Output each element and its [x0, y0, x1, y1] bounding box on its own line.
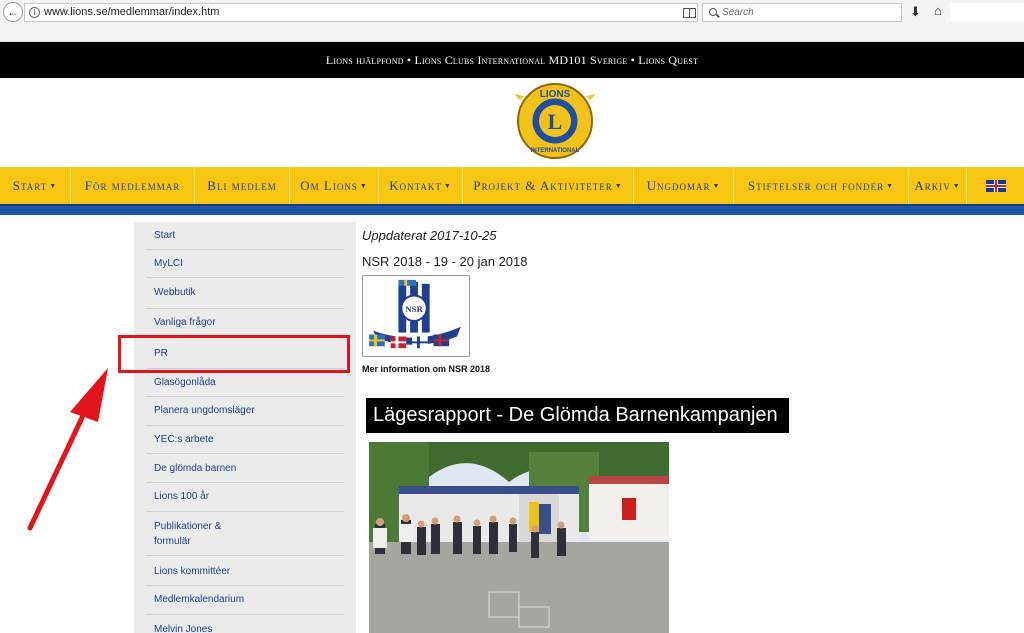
logo-top-text: LIONS [540, 89, 571, 100]
nsr-title: NSR 2018 - 19 - 20 jan 2018 [362, 254, 528, 269]
nav-become-member[interactable]: Bli medlem [195, 167, 290, 204]
sidebar-item-label: Webbutik [154, 287, 196, 298]
caret-down-icon: ▼ [49, 181, 58, 190]
sidebar-item-committees[interactable]: Lions kommittéer [146, 564, 344, 586]
nsr-badge-text: NSR [405, 304, 423, 314]
back-button[interactable]: ← [3, 2, 23, 22]
search-placeholder: Search [722, 7, 754, 18]
sidebar-item-label: Vanliga frågor [154, 317, 216, 328]
url-text: www.lions.se/medlemmar/index.htm [44, 6, 220, 18]
nav-start[interactable]: Start ▼ [0, 167, 71, 204]
nav-archive-label: Arkiv [914, 177, 951, 193]
sidebar-item-label: Publikationer & [154, 521, 222, 532]
nav-for-members[interactable]: För medlemmar [71, 167, 195, 204]
top-links-bar: Lions hjälpfond • Lions Clubs Internatio… [0, 42, 1024, 78]
lions-logo[interactable]: L LIONS INTERNATIONAL [514, 80, 596, 162]
sidebar-item-mylci[interactable]: MyLCI [146, 256, 344, 278]
nav-about-lions-label: Om Lions [300, 177, 358, 193]
red-pointer-arrow [27, 368, 108, 531]
news-headline[interactable]: Lägesrapport - De Glömda Barnenkampanjen [366, 398, 789, 433]
sidebar-item-publications[interactable]: Publikationer & formulär [146, 519, 344, 556]
sidebar-item-label: Melvin Jones [154, 624, 213, 633]
uk-flag-icon [985, 179, 1006, 192]
nav-contact[interactable]: Kontakt ▼ [379, 167, 463, 204]
sidebar-item-label: MyLCI [154, 258, 183, 269]
sidebar-item-webbutik[interactable]: Webbutik [146, 285, 344, 309]
logo-bottom-text: INTERNATIONAL [531, 148, 580, 154]
nav-foundations[interactable]: Stiftelser och fonder ▼ [734, 167, 909, 204]
sidebar-item-label: De glömda barnen [154, 463, 237, 474]
search-icon [709, 8, 717, 16]
info-icon[interactable]: i [29, 7, 40, 18]
blue-divider-strip [0, 204, 1024, 215]
home-icon[interactable]: ⌂ [934, 3, 942, 18]
sidebar-item-start[interactable]: Start [146, 228, 344, 250]
toolbar-spacer [950, 3, 1024, 22]
nav-youth[interactable]: Ungdomar ▼ [634, 167, 734, 204]
sidebar-item-youth-camp[interactable]: Planera ungdomsläger [146, 403, 344, 426]
nav-contact-label: Kontakt [389, 177, 442, 193]
nav-for-members-label: För medlemmar [84, 177, 181, 193]
sidebar-item-melvin-jones[interactable]: Melvin Jones [146, 622, 344, 633]
nav-language-english[interactable] [967, 167, 1024, 204]
back-arrow-icon: ← [7, 5, 19, 19]
sidebar-item-glasses-box[interactable]: Glasögonlåda [146, 375, 344, 397]
sidebar-item-forgotten-children[interactable]: De glömda barnen [146, 461, 344, 483]
nav-foundations-label: Stiftelser och fonder [747, 177, 885, 193]
sidebar-item-label: Lions kommittéer [154, 566, 231, 577]
sidebar-item-member-calendar[interactable]: Medlemkalendarium [146, 592, 344, 615]
sidebar-item-yec[interactable]: YEC:s arbete [146, 432, 344, 454]
nsr-logo-image[interactable]: NSR [362, 275, 470, 357]
sidebar-item-label: Planera ungdomsläger [154, 405, 255, 416]
caret-down-icon: ▼ [443, 181, 452, 190]
top-links-text[interactable]: Lions hjälpfond • Lions Clubs Internatio… [326, 42, 698, 78]
logo-center-letter: L [548, 109, 563, 134]
reader-view-icon[interactable] [683, 8, 696, 18]
nav-archive[interactable]: Arkiv ▼ [909, 167, 967, 204]
caret-down-icon: ▼ [614, 181, 623, 190]
nav-projects[interactable]: Projekt & Aktiviteter ▼ [463, 167, 634, 204]
sidebar-item-label: Lions 100 år [154, 491, 210, 502]
highlight-box [118, 335, 350, 373]
caret-down-icon: ▼ [886, 181, 895, 190]
sidebar-item-lions-100[interactable]: Lions 100 år [146, 489, 344, 512]
caret-down-icon: ▼ [712, 181, 721, 190]
browser-toolbar: ← i www.lions.se/medlemmar/index.htm ↻ S… [0, 0, 1024, 42]
news-photo[interactable] [369, 442, 669, 633]
address-bar[interactable]: i www.lions.se/medlemmar/index.htm ↻ [24, 3, 716, 22]
main-nav: Start ▼ För medlemmar Bli medlem Om Lions… [0, 167, 1024, 204]
search-input[interactable]: Search [702, 3, 902, 22]
nav-become-member-label: Bli medlem [207, 177, 277, 193]
nav-about-lions[interactable]: Om Lions ▼ [290, 167, 379, 204]
nav-start-label: Start [12, 177, 48, 193]
caret-down-icon: ▼ [952, 181, 961, 190]
updated-date: Uppdaterat 2017-10-25 [362, 228, 497, 243]
sidebar-item-label: formulär [154, 536, 191, 547]
sidebar-item-label: Start [154, 230, 176, 241]
nav-projects-label: Projekt & Aktiviteter [473, 177, 613, 193]
download-icon[interactable]: ⬇ [910, 4, 921, 20]
caret-down-icon: ▼ [359, 181, 368, 190]
sidebar-item-label: Medlemkalendarium [154, 594, 245, 605]
nsr-info-link[interactable]: Mer information om NSR 2018 [362, 364, 490, 374]
sidebar-item-label: YEC:s arbete [154, 434, 214, 445]
sidebar-item-label: Glasögonlåda [154, 377, 216, 388]
member-sidebar: Start MyLCI Webbutik Vanliga frågor PR G… [134, 222, 356, 633]
nav-youth-label: Ungdomar [646, 177, 711, 193]
